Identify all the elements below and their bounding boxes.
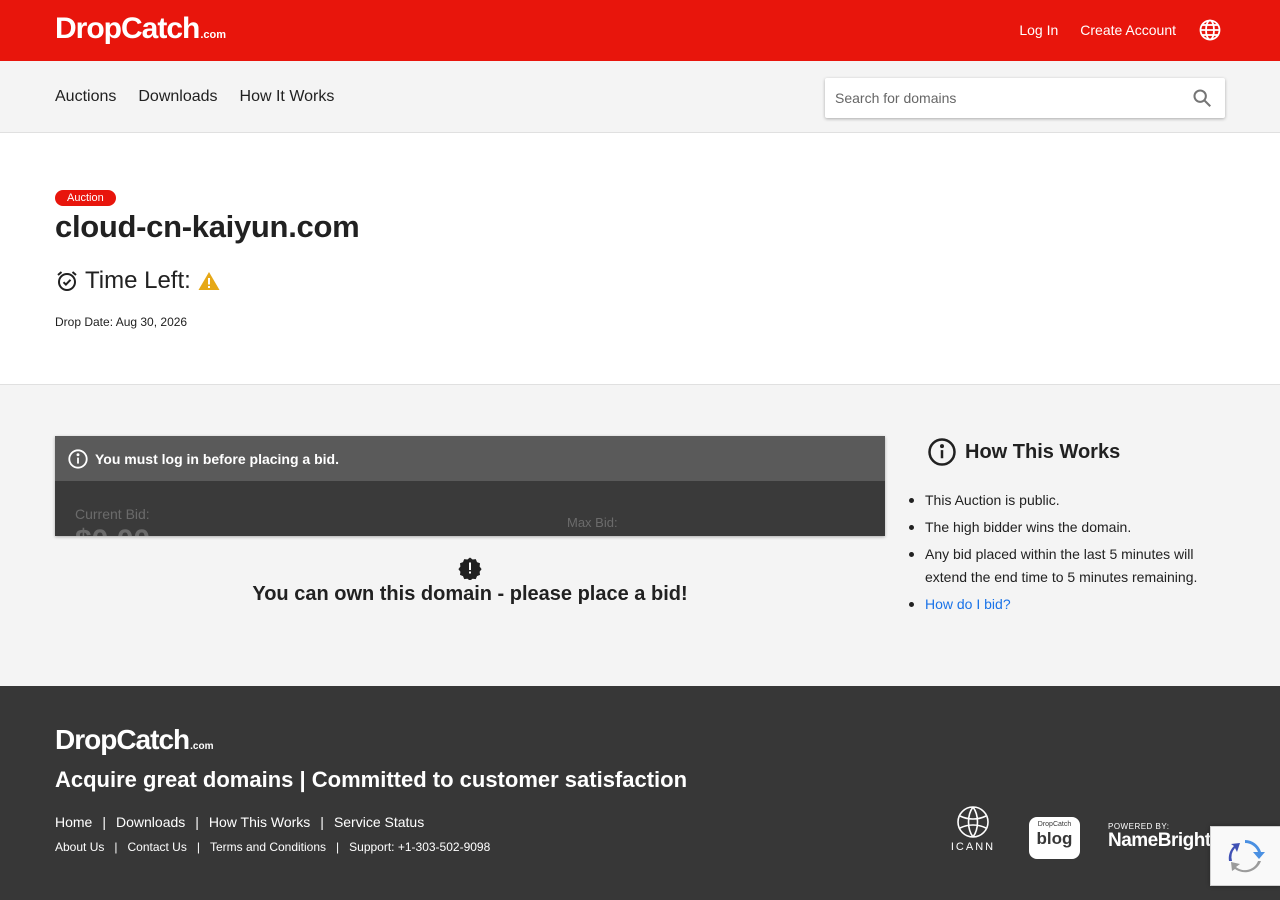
login-notice-text: You must log in before placing a bid. — [95, 450, 339, 467]
separator: | — [196, 840, 200, 854]
auction-badge: Auction — [55, 190, 116, 206]
footer-logo-com: .com — [190, 741, 214, 752]
footer-links-primary: Home | Downloads | How This Works | Service… — [55, 814, 424, 830]
list-item: Any bid placed within the last 5 minutes… — [909, 543, 1225, 589]
login-notice: You must log in before placing a bid. — [55, 436, 885, 481]
how-list: This Auction is public. The high bidder … — [909, 489, 1225, 616]
namebright-text: NameBright — [1108, 830, 1211, 851]
create-account-link[interactable]: Create Account — [1080, 22, 1176, 38]
info-icon — [928, 438, 956, 466]
nav-links: Auctions Downloads How It Works — [55, 88, 334, 106]
how-title: How This Works — [927, 437, 1225, 467]
search-icon[interactable] — [1191, 87, 1213, 109]
footer-link-how-this-works[interactable]: How This Works — [209, 814, 310, 830]
icann-logo[interactable]: ICANN — [946, 804, 1000, 853]
login-link[interactable]: Log In — [1019, 22, 1058, 38]
separator: | — [102, 814, 106, 830]
blog-small-text: DropCatch — [1037, 821, 1072, 828]
dropcatch-blog-logo[interactable]: DropCatch blog — [1029, 817, 1080, 859]
list-item: The high bidder wins the domain. — [909, 516, 1225, 539]
logo-text: DropCatch — [55, 12, 200, 45]
list-item: This Auction is public. — [909, 489, 1225, 512]
separator: | — [114, 840, 118, 854]
own-domain-text: You can own this domain - please place a… — [252, 583, 688, 605]
icann-text: ICANN — [950, 841, 996, 853]
separator: | — [336, 840, 340, 854]
how-this-works: How This Works This Auction is public. T… — [909, 437, 1225, 620]
own-domain-message: You can own this domain - please place a… — [55, 556, 885, 606]
footer-link-contact[interactable]: Contact Us — [127, 840, 186, 854]
bid-panel: You must log in before placing a bid. Cu… — [55, 436, 885, 536]
account-links: Log In Create Account — [1019, 18, 1222, 42]
footer: DropCatch .com Acquire great domains | Co… — [0, 686, 1280, 900]
nav-how-it-works[interactable]: How It Works — [240, 88, 335, 106]
footer-link-about[interactable]: About Us — [55, 840, 104, 854]
how-do-i-bid-link[interactable]: How do I bid? — [925, 596, 1011, 612]
info-icon — [68, 448, 88, 469]
footer-logo-text: DropCatch — [55, 724, 190, 755]
domain-name: cloud-cn-kaiyun.com — [55, 209, 360, 244]
separator: | — [195, 814, 199, 830]
globe-icon[interactable] — [1198, 18, 1222, 42]
blog-big-text: blog — [1036, 829, 1073, 848]
icann-globe-icon — [957, 806, 989, 838]
current-bid-label: Current Bid: — [75, 506, 150, 522]
domain-hero: Auction cloud-cn-kaiyun.com Time Left: D… — [0, 133, 1280, 385]
separator: | — [320, 814, 324, 830]
nav-downloads[interactable]: Downloads — [138, 88, 217, 106]
footer-link-terms[interactable]: Terms and Conditions — [210, 840, 326, 854]
dropcatch-logo[interactable]: DropCatch .com — [55, 12, 226, 46]
nav-auctions[interactable]: Auctions — [55, 88, 116, 106]
namebright-logo[interactable]: POWERED BY: NameBright — [1108, 822, 1211, 851]
logo-com: .com — [200, 29, 227, 41]
list-item: How do I bid? — [909, 593, 1225, 616]
footer-logo[interactable]: DropCatch .com — [55, 724, 213, 756]
max-bid-label: Max Bid: — [567, 515, 618, 530]
how-title-text: How This Works — [965, 440, 1121, 463]
current-bid-value: $0.00 — [75, 524, 150, 536]
footer-link-support[interactable]: Support: +1-303-502-9098 — [349, 840, 490, 854]
footer-link-home[interactable]: Home — [55, 814, 92, 830]
alarm-clock-icon — [57, 271, 77, 291]
footer-link-service-status[interactable]: Service Status — [334, 814, 424, 830]
top-header: DropCatch .com Log In Create Account — [0, 0, 1280, 61]
alert-badge-icon — [458, 557, 482, 580]
search-input[interactable] — [825, 78, 1165, 118]
warning-icon — [198, 272, 220, 290]
time-left: Time Left: — [55, 267, 221, 295]
drop-date: Drop Date: Aug 30, 2026 — [55, 315, 188, 329]
search-box — [825, 78, 1225, 118]
footer-tagline: Acquire great domains | Committed to cus… — [55, 767, 688, 792]
recaptcha-badge[interactable] — [1210, 826, 1280, 886]
footer-links-secondary: About Us | Contact Us | Terms and Conditio… — [55, 840, 490, 854]
recaptcha-icon — [1228, 840, 1265, 873]
footer-link-downloads[interactable]: Downloads — [116, 814, 185, 830]
time-left-label: Time Left: — [85, 267, 191, 294]
main-nav: Auctions Downloads How It Works — [0, 61, 1280, 133]
